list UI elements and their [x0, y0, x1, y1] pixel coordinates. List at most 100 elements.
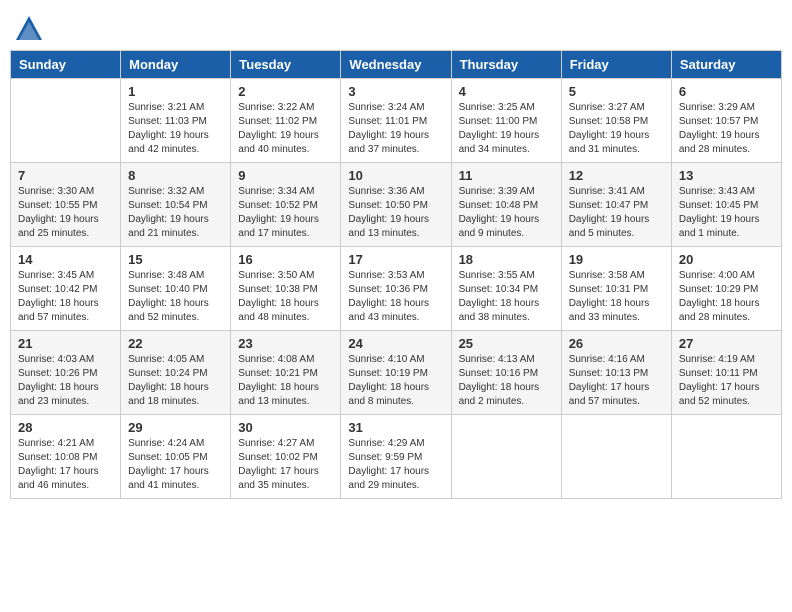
day-number: 15: [128, 252, 223, 267]
day-number: 2: [238, 84, 333, 99]
calendar-week-row: 21 Sunrise: 4:03 AM Sunset: 10:26 PM Dayl…: [11, 331, 782, 415]
calendar-cell: 16Sunrise: 3:50 AM Sunset: 10:38 PM Dayl…: [231, 247, 341, 331]
logo-icon: [14, 14, 44, 44]
day-detail: Sunrise: 4:13 AM Sunset: 10:16 PM Daylig…: [459, 353, 554, 409]
day-number: 18: [459, 252, 554, 267]
day-number: 26: [569, 336, 664, 351]
day-number: 24: [348, 336, 443, 351]
calendar-week-row: 14 Sunrise: 3:45 AM Sunset: 10:42 PM Dayl…: [11, 247, 782, 331]
day-detail: Sunrise: 3:34 AM Sunset: 10:52 PM Daylig…: [238, 185, 333, 241]
day-number: 25: [459, 336, 554, 351]
day-number: 10: [348, 168, 443, 183]
calendar-cell: 21 Sunrise: 4:03 AM Sunset: 10:26 PM Dayl…: [11, 331, 121, 415]
day-number: 14: [18, 252, 113, 267]
day-detail: Sunrise: 3:21 AM Sunset: 11:03 PM Daylig…: [128, 101, 223, 157]
calendar-cell: 19 Sunrise: 3:58 AM Sunset: 10:31 PM Dayl…: [561, 247, 671, 331]
day-detail: Sunrise: 3:27 AM Sunset: 10:58 PM Daylig…: [569, 101, 664, 157]
calendar-body: 1Sunrise: 3:21 AM Sunset: 11:03 PM Dayli…: [11, 79, 782, 499]
day-number: 27: [679, 336, 774, 351]
day-number: 19: [569, 252, 664, 267]
calendar-cell: 31Sunrise: 4:29 AM Sunset: 9:59 PM Dayli…: [341, 415, 451, 499]
calendar-cell: [671, 415, 781, 499]
col-tuesday: Tuesday: [231, 51, 341, 79]
calendar-cell: 25 Sunrise: 4:13 AM Sunset: 10:16 PM Dayl…: [451, 331, 561, 415]
calendar-cell: [561, 415, 671, 499]
calendar-cell: 28 Sunrise: 4:21 AM Sunset: 10:08 PM Dayl…: [11, 415, 121, 499]
day-number: 20: [679, 252, 774, 267]
day-detail: Sunrise: 3:48 AM Sunset: 10:40 PM Daylig…: [128, 269, 223, 325]
col-wednesday: Wednesday: [341, 51, 451, 79]
day-detail: Sunrise: 3:41 AM Sunset: 10:47 PM Daylig…: [569, 185, 664, 241]
calendar-cell: 5 Sunrise: 3:27 AM Sunset: 10:58 PM Dayli…: [561, 79, 671, 163]
day-detail: Sunrise: 3:29 AM Sunset: 10:57 PM Daylig…: [679, 101, 774, 157]
day-detail: Sunrise: 3:58 AM Sunset: 10:31 PM Daylig…: [569, 269, 664, 325]
day-number: 21: [18, 336, 113, 351]
day-number: 12: [569, 168, 664, 183]
calendar-cell: 27 Sunrise: 4:19 AM Sunset: 10:11 PM Dayl…: [671, 331, 781, 415]
calendar-cell: 8 Sunrise: 3:32 AM Sunset: 10:54 PM Dayli…: [121, 163, 231, 247]
day-number: 23: [238, 336, 333, 351]
header-row: Sunday Monday Tuesday Wednesday Thursday…: [11, 51, 782, 79]
day-detail: Sunrise: 3:30 AM Sunset: 10:55 PM Daylig…: [18, 185, 113, 241]
day-detail: Sunrise: 3:22 AM Sunset: 11:02 PM Daylig…: [238, 101, 333, 157]
calendar-cell: 4Sunrise: 3:25 AM Sunset: 11:00 PM Dayli…: [451, 79, 561, 163]
col-friday: Friday: [561, 51, 671, 79]
day-detail: Sunrise: 4:21 AM Sunset: 10:08 PM Daylig…: [18, 437, 113, 493]
day-detail: Sunrise: 3:45 AM Sunset: 10:42 PM Daylig…: [18, 269, 113, 325]
calendar-cell: 29 Sunrise: 4:24 AM Sunset: 10:05 PM Dayl…: [121, 415, 231, 499]
page-header: [10, 10, 782, 44]
day-number: 6: [679, 84, 774, 99]
day-detail: Sunrise: 4:00 AM Sunset: 10:29 PM Daylig…: [679, 269, 774, 325]
calendar-cell: 20 Sunrise: 4:00 AM Sunset: 10:29 PM Dayl…: [671, 247, 781, 331]
calendar-table: Sunday Monday Tuesday Wednesday Thursday…: [10, 50, 782, 499]
day-number: 29: [128, 420, 223, 435]
calendar-cell: [451, 415, 561, 499]
day-number: 8: [128, 168, 223, 183]
day-detail: Sunrise: 4:27 AM Sunset: 10:02 PM Daylig…: [238, 437, 333, 493]
day-detail: Sunrise: 4:19 AM Sunset: 10:11 PM Daylig…: [679, 353, 774, 409]
day-detail: Sunrise: 4:08 AM Sunset: 10:21 PM Daylig…: [238, 353, 333, 409]
day-detail: Sunrise: 4:24 AM Sunset: 10:05 PM Daylig…: [128, 437, 223, 493]
calendar-week-row: 1Sunrise: 3:21 AM Sunset: 11:03 PM Dayli…: [11, 79, 782, 163]
col-saturday: Saturday: [671, 51, 781, 79]
col-thursday: Thursday: [451, 51, 561, 79]
calendar-cell: 23 Sunrise: 4:08 AM Sunset: 10:21 PM Dayl…: [231, 331, 341, 415]
col-monday: Monday: [121, 51, 231, 79]
calendar-cell: 6 Sunrise: 3:29 AM Sunset: 10:57 PM Dayli…: [671, 79, 781, 163]
calendar-cell: 9Sunrise: 3:34 AM Sunset: 10:52 PM Dayli…: [231, 163, 341, 247]
calendar-cell: 14 Sunrise: 3:45 AM Sunset: 10:42 PM Dayl…: [11, 247, 121, 331]
calendar-cell: 18 Sunrise: 3:55 AM Sunset: 10:34 PM Dayl…: [451, 247, 561, 331]
calendar-cell: 2 Sunrise: 3:22 AM Sunset: 11:02 PM Dayli…: [231, 79, 341, 163]
day-number: 30: [238, 420, 333, 435]
day-detail: Sunrise: 4:29 AM Sunset: 9:59 PM Dayligh…: [348, 437, 443, 493]
day-number: 5: [569, 84, 664, 99]
day-number: 28: [18, 420, 113, 435]
calendar-cell: 11Sunrise: 3:39 AM Sunset: 10:48 PM Dayl…: [451, 163, 561, 247]
calendar-cell: 22Sunrise: 4:05 AM Sunset: 10:24 PM Dayl…: [121, 331, 231, 415]
day-detail: Sunrise: 3:39 AM Sunset: 10:48 PM Daylig…: [459, 185, 554, 241]
calendar-cell: 26 Sunrise: 4:16 AM Sunset: 10:13 PM Dayl…: [561, 331, 671, 415]
day-detail: Sunrise: 4:16 AM Sunset: 10:13 PM Daylig…: [569, 353, 664, 409]
day-detail: Sunrise: 3:55 AM Sunset: 10:34 PM Daylig…: [459, 269, 554, 325]
calendar-header: Sunday Monday Tuesday Wednesday Thursday…: [11, 51, 782, 79]
day-detail: Sunrise: 3:36 AM Sunset: 10:50 PM Daylig…: [348, 185, 443, 241]
col-sunday: Sunday: [11, 51, 121, 79]
calendar-cell: 10 Sunrise: 3:36 AM Sunset: 10:50 PM Dayl…: [341, 163, 451, 247]
day-detail: Sunrise: 4:03 AM Sunset: 10:26 PM Daylig…: [18, 353, 113, 409]
calendar-cell: [11, 79, 121, 163]
day-detail: Sunrise: 4:10 AM Sunset: 10:19 PM Daylig…: [348, 353, 443, 409]
calendar-cell: 1Sunrise: 3:21 AM Sunset: 11:03 PM Dayli…: [121, 79, 231, 163]
logo: [14, 14, 48, 44]
day-number: 16: [238, 252, 333, 267]
calendar-cell: 3Sunrise: 3:24 AM Sunset: 11:01 PM Dayli…: [341, 79, 451, 163]
day-detail: Sunrise: 3:43 AM Sunset: 10:45 PM Daylig…: [679, 185, 774, 241]
calendar-week-row: 7Sunrise: 3:30 AM Sunset: 10:55 PM Dayli…: [11, 163, 782, 247]
calendar-week-row: 28 Sunrise: 4:21 AM Sunset: 10:08 PM Dayl…: [11, 415, 782, 499]
calendar-cell: 24 Sunrise: 4:10 AM Sunset: 10:19 PM Dayl…: [341, 331, 451, 415]
day-detail: Sunrise: 4:05 AM Sunset: 10:24 PM Daylig…: [128, 353, 223, 409]
day-detail: Sunrise: 3:25 AM Sunset: 11:00 PM Daylig…: [459, 101, 554, 157]
day-detail: Sunrise: 3:32 AM Sunset: 10:54 PM Daylig…: [128, 185, 223, 241]
day-detail: Sunrise: 3:24 AM Sunset: 11:01 PM Daylig…: [348, 101, 443, 157]
calendar-cell: 12 Sunrise: 3:41 AM Sunset: 10:47 PM Dayl…: [561, 163, 671, 247]
day-number: 17: [348, 252, 443, 267]
